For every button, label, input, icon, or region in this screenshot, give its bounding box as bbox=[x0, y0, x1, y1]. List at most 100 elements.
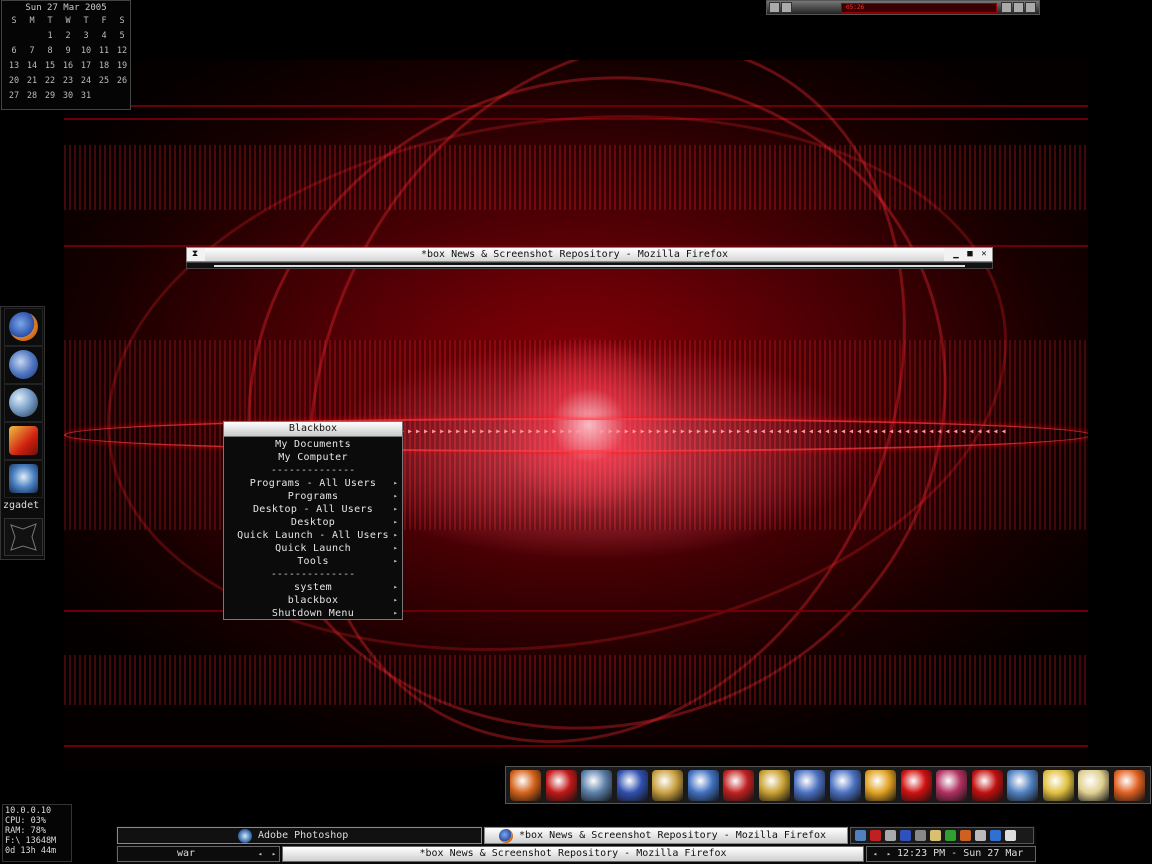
calendar-day: 29 bbox=[44, 91, 56, 101]
desktop-wallpaper: ▸▸▸▸▸▸▸▸▸▸▸▸▸▸▸▸▸▸▸▸▸▸▸▸▸▸▸▸▸▸▸▸▸▸▸▸▸▸▸▸… bbox=[64, 60, 1088, 770]
media-player-classic-icon[interactable] bbox=[616, 770, 648, 801]
monitor-icon[interactable] bbox=[1007, 770, 1038, 801]
calendar-day: 20 bbox=[8, 76, 20, 86]
menu-item-label: Quick Launch bbox=[275, 543, 351, 554]
calendar-day: 14 bbox=[26, 61, 38, 71]
menu-item[interactable]: Quick Launch - All Users ▸ bbox=[224, 529, 402, 542]
menu-item-label: Desktop bbox=[290, 517, 336, 528]
c-drive-icon[interactable] bbox=[758, 770, 790, 801]
blackbox-root-menu[interactable]: Blackbox My Documents My Computer --------… bbox=[223, 421, 403, 620]
network-computer-2-icon[interactable] bbox=[829, 770, 861, 801]
tray-app-icon[interactable] bbox=[870, 830, 881, 841]
launch-firefox[interactable] bbox=[4, 308, 43, 346]
calendar-day: 28 bbox=[26, 91, 38, 101]
nero-icon[interactable] bbox=[545, 770, 577, 801]
pt-icon[interactable] bbox=[1042, 770, 1074, 801]
window-title[interactable]: *box News & Screenshot Repository - Mozi… bbox=[205, 248, 944, 261]
media-play-button[interactable] bbox=[781, 2, 792, 13]
tray-fox-icon[interactable] bbox=[960, 830, 971, 841]
task-firefox[interactable]: *box News & Screenshot Repository - Mozi… bbox=[484, 827, 848, 844]
tray-green-icon[interactable] bbox=[945, 830, 956, 841]
red-circle-icon[interactable] bbox=[723, 770, 754, 801]
shuttle-icon[interactable] bbox=[581, 770, 612, 801]
media-next-button[interactable] bbox=[1013, 2, 1024, 13]
pager-star-icon bbox=[10, 523, 37, 551]
menu-item[interactable]: Desktop - All Users ▸ bbox=[224, 503, 402, 516]
menu-item[interactable]: Programs - All Users ▸ bbox=[224, 477, 402, 490]
media-close-button[interactable] bbox=[1025, 2, 1036, 13]
menu-item[interactable]: My Documents bbox=[224, 438, 402, 451]
calendar-day: 11 bbox=[98, 46, 110, 56]
workspace-pager[interactable] bbox=[4, 518, 43, 556]
calendar-day: 6 bbox=[11, 46, 17, 56]
weekday-header: T bbox=[47, 16, 53, 26]
calendar-day: 21 bbox=[26, 76, 38, 86]
menu-item[interactable]: Programs ▸ bbox=[224, 490, 402, 503]
maximize-button[interactable]: ■ bbox=[964, 249, 976, 260]
system-monitor: 10.0.0.10 CPU: 03% RAM: 78% F:\ 13648M 0… bbox=[2, 804, 72, 862]
task-photoshop[interactable]: Adobe Photoshop bbox=[117, 827, 482, 844]
ip-address: 10.0.0.10 bbox=[5, 806, 52, 816]
window-resize-handle[interactable] bbox=[186, 262, 993, 269]
fox-icon[interactable] bbox=[1113, 770, 1145, 801]
workspace-next-button[interactable]: ▸ bbox=[268, 847, 280, 861]
network-computer-icon[interactable] bbox=[794, 770, 825, 801]
calendar-day: 27 bbox=[8, 91, 20, 101]
menu-item[interactable]: system ▸ bbox=[224, 581, 402, 594]
disk-free: F:\ 13648M bbox=[5, 836, 57, 846]
media-prev-button[interactable] bbox=[769, 2, 780, 13]
launcher-label: zgadet bbox=[3, 500, 40, 511]
calendar-day: 9 bbox=[65, 46, 71, 56]
window-titlebar[interactable]: ⧗ *box News & Screenshot Repository - Mo… bbox=[186, 247, 993, 262]
submenu-arrow-icon: ▸ bbox=[393, 518, 398, 526]
menu-item[interactable]: Shutdown Menu ▸ bbox=[224, 607, 402, 620]
submenu-arrow-icon: ▸ bbox=[393, 583, 398, 591]
menu-item[interactable]: Quick Launch ▸ bbox=[224, 542, 402, 555]
mplab-ide-icon[interactable] bbox=[971, 770, 1003, 801]
notepad-icon[interactable] bbox=[652, 770, 683, 801]
tray-bulb-icon[interactable] bbox=[975, 830, 986, 841]
window-prev-button[interactable]: ◂ bbox=[869, 847, 881, 861]
workspace-prev-button[interactable]: ◂ bbox=[254, 847, 266, 861]
calendar-day: 31 bbox=[80, 91, 92, 101]
tray-wifi-icon[interactable] bbox=[990, 830, 1001, 841]
cpu-usage: CPU: 03% bbox=[5, 816, 46, 826]
tray-bluetooth-icon[interactable] bbox=[900, 830, 911, 841]
window-menu-icon[interactable]: ⧗ bbox=[189, 249, 201, 260]
close-button[interactable]: ✕ bbox=[978, 249, 990, 260]
media-stop-button[interactable] bbox=[1001, 2, 1012, 13]
workspace-selector[interactable]: war ◂ ▸ bbox=[117, 846, 280, 862]
menu-item[interactable]: Tools ▸ bbox=[224, 555, 402, 568]
launch-search[interactable] bbox=[4, 384, 43, 422]
launch-photoshop[interactable] bbox=[4, 460, 43, 498]
sheep-icon[interactable] bbox=[1078, 770, 1109, 801]
window-next-button[interactable]: ▸ bbox=[883, 847, 895, 861]
tray-doc-icon[interactable] bbox=[930, 830, 941, 841]
tray-volume-icon[interactable] bbox=[1005, 830, 1016, 841]
launch-thunderbird[interactable] bbox=[4, 346, 43, 384]
tray-drive-icon[interactable] bbox=[915, 830, 926, 841]
menu-item[interactable]: blackbox ▸ bbox=[224, 594, 402, 607]
calendar-day: 26 bbox=[116, 76, 128, 86]
network-globe-icon[interactable] bbox=[687, 770, 719, 801]
tray-network-icon[interactable] bbox=[855, 830, 866, 841]
calendar-day: 16 bbox=[62, 61, 74, 71]
calendar-day bbox=[95, 90, 113, 103]
lightning-icon[interactable] bbox=[865, 770, 896, 801]
red-splat-icon[interactable] bbox=[900, 770, 932, 801]
cartridge-icon[interactable] bbox=[936, 770, 967, 801]
minimize-button[interactable]: ▁ bbox=[950, 249, 962, 260]
calendar-date: Sun 27 Mar 2005 bbox=[25, 3, 107, 13]
tray-tool-icon[interactable] bbox=[885, 830, 896, 841]
menu-item[interactable]: Desktop ▸ bbox=[224, 516, 402, 529]
current-window-label[interactable]: *box News & Screenshot Repository - Mozi… bbox=[282, 846, 864, 862]
calendar-grid: S M T W T F S 1 2 3 4 5 6 7 8 9 10 11 12 13 14 15 16 17 18 19 20 21… bbox=[5, 15, 130, 103]
calendar-day: 24 bbox=[80, 76, 92, 86]
winamp-fire-icon[interactable] bbox=[510, 770, 541, 801]
photoshop-icon bbox=[238, 829, 252, 843]
media-player-bar[interactable]: 05:26 bbox=[766, 0, 1040, 15]
menu-item[interactable]: My Computer bbox=[224, 451, 402, 464]
firefox-window[interactable]: ⧗ *box News & Screenshot Repository - Mo… bbox=[186, 247, 993, 269]
launch-flashget[interactable] bbox=[4, 422, 43, 460]
firefox-icon bbox=[9, 312, 38, 341]
